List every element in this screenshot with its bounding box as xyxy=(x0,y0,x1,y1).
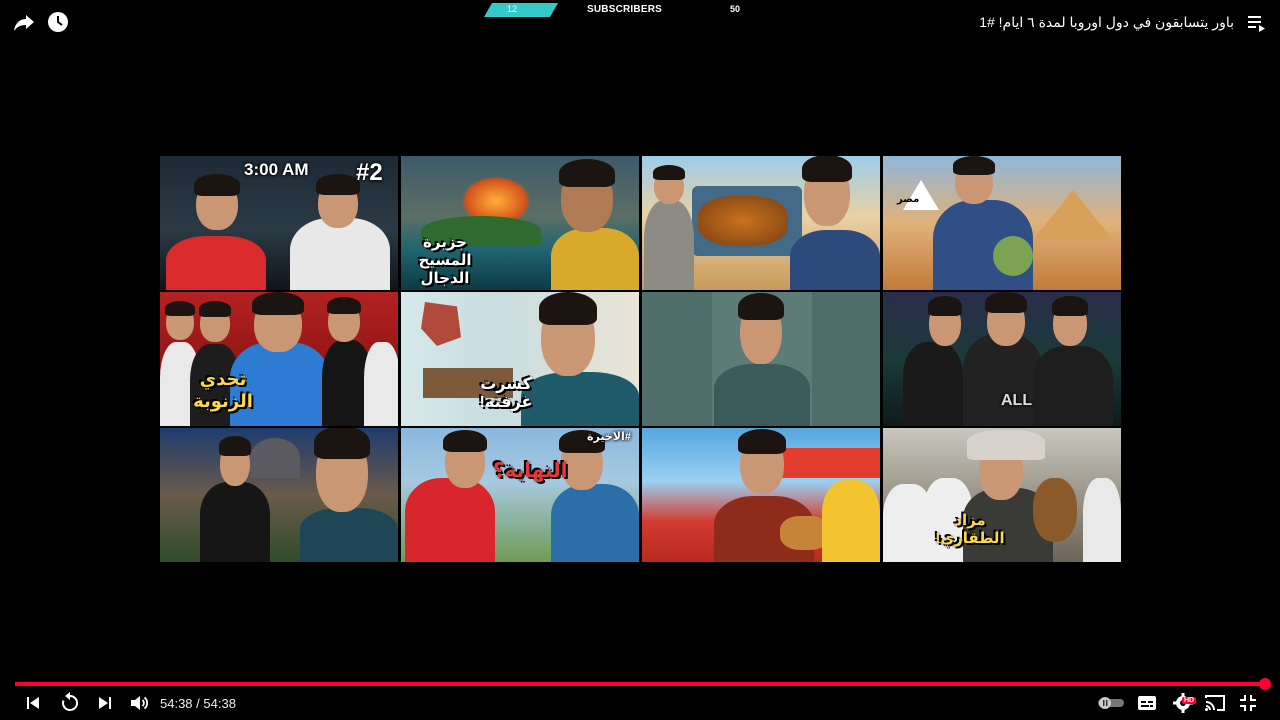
video-thumbnail[interactable]: مزاد الطقاري! xyxy=(883,428,1121,562)
video-thumbnail[interactable]: مصر xyxy=(883,156,1121,290)
video-thumbnail[interactable] xyxy=(160,428,398,562)
thumbnail-caption: جزيرة المسيح الدجال xyxy=(418,234,472,287)
video-thumbnail[interactable] xyxy=(642,428,880,562)
thumbnail-badge: #الاخيرة xyxy=(587,431,631,443)
video-thumbnail[interactable]: جزيرة المسيح الدجال xyxy=(401,156,639,290)
subscriber-goal: 50 xyxy=(730,4,741,14)
video-thumbnail[interactable]: 3:00 AM #2 xyxy=(160,156,398,290)
thumbnail-caption: مصر xyxy=(897,194,920,205)
subscriber-current: 12 xyxy=(506,4,517,14)
exit-fullscreen-icon[interactable] xyxy=(1238,693,1258,713)
subtitles-icon[interactable] xyxy=(1136,693,1158,713)
time-display: 54:38 / 54:38 xyxy=(160,696,236,711)
thumbnail-badge: #2 xyxy=(356,159,383,186)
progress-bar[interactable] xyxy=(15,682,1267,686)
thumbnail-caption: ALL xyxy=(1001,392,1033,409)
autoplay-toggle-icon[interactable] xyxy=(1098,696,1124,710)
volume-icon[interactable] xyxy=(128,692,150,714)
end-screen-grid: 3:00 AM #2 جزيرة المسيح الدجال مصر تحدي … xyxy=(160,156,1121,562)
video-title[interactable]: باور يتسابقون في دول اوروبا لمدة ٦ ايام!… xyxy=(979,14,1234,31)
clock-icon[interactable] xyxy=(46,10,70,34)
video-thumbnail[interactable] xyxy=(642,292,880,426)
video-thumbnail[interactable] xyxy=(642,156,880,290)
playlist-icon[interactable] xyxy=(1246,12,1268,34)
next-icon[interactable] xyxy=(94,693,116,713)
video-thumbnail[interactable]: كسرت غرفته! xyxy=(401,292,639,426)
cast-icon[interactable] xyxy=(1204,693,1226,713)
subscriber-label: SUBSCRIBERS xyxy=(587,4,662,15)
thumbnail-caption: النهاية؟ xyxy=(493,460,568,482)
previous-icon[interactable] xyxy=(22,693,44,713)
thumbnail-caption: 3:00 AM xyxy=(244,160,309,179)
hd-badge: HD xyxy=(1182,697,1197,704)
thumbnail-caption: مزاد الطقاري! xyxy=(935,512,1005,547)
time-separator: / xyxy=(192,696,204,711)
thumbnail-caption: تحدي الزنوبة xyxy=(193,369,253,411)
video-thumbnail[interactable]: النهاية؟ #الاخيرة xyxy=(401,428,639,562)
duration: 54:38 xyxy=(203,696,236,711)
current-time: 54:38 xyxy=(160,696,193,711)
video-thumbnail[interactable]: تحدي الزنوبة xyxy=(160,292,398,426)
video-thumbnail[interactable]: ALL xyxy=(883,292,1121,426)
subscriber-counter: 12 SUBSCRIBERS 50 xyxy=(484,3,784,17)
thumbnail-caption: كسرت غرفته! xyxy=(479,376,533,411)
progress-scrubber[interactable] xyxy=(1259,678,1271,690)
share-icon[interactable] xyxy=(12,10,36,34)
replay-icon[interactable] xyxy=(58,691,82,715)
